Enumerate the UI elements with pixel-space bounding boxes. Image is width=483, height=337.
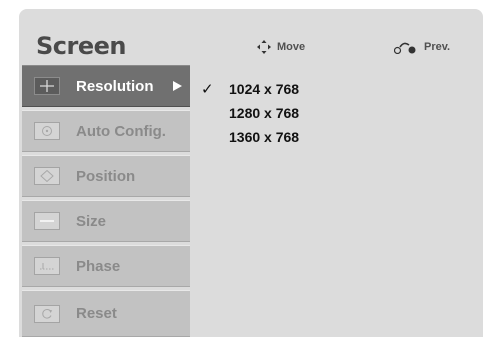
position-icon: [34, 167, 60, 185]
menu-item-label: Size: [76, 212, 107, 230]
screen-osd-panel: Screen Move Prev. Resolution Auto Config…: [19, 9, 483, 337]
check-mark-icon: ✓: [201, 80, 214, 98]
menu-item-label: Reset: [76, 305, 117, 322]
size-icon: [34, 212, 60, 230]
menu-item-size[interactable]: Size: [22, 200, 190, 242]
reset-icon: [34, 304, 60, 323]
resolution-option-label: 1280 x 768: [229, 105, 300, 121]
move-arrows-icon: [257, 40, 271, 54]
prev-hint-label: Prev.: [424, 41, 451, 53]
resolution-option-1024x768[interactable]: ✓ 1024 x 768: [201, 77, 299, 101]
resolution-option-label: 1024 x 768: [229, 81, 300, 97]
phase-icon: [34, 257, 60, 275]
auto-config-icon: [34, 122, 60, 140]
menu-item-label: Phase: [76, 257, 121, 275]
menu-item-label: Resolution: [76, 77, 154, 95]
menu-item-reset[interactable]: Reset: [22, 290, 190, 337]
resolution-option-1360x768[interactable]: 1360 x 768: [201, 125, 299, 149]
menu-item-auto-config[interactable]: Auto Config.: [22, 110, 190, 152]
menu-item-label: Position: [76, 167, 136, 185]
menu-item-resolution[interactable]: Resolution: [22, 65, 190, 107]
move-hint: Move: [257, 39, 305, 55]
menu-item-position[interactable]: Position: [22, 155, 190, 197]
menu-item-phase[interactable]: Phase: [22, 245, 190, 287]
menu-item-label: Auto Config.: [76, 122, 166, 140]
submenu-arrow-icon: [173, 81, 182, 91]
resolution-option-1280x768[interactable]: 1280 x 768: [201, 101, 299, 125]
resolution-icon: [34, 77, 60, 95]
resolution-option-label: 1360 x 768: [229, 129, 300, 145]
prev-hint: Prev.: [394, 39, 450, 55]
osd-header: Screen Move Prev.: [19, 9, 483, 65]
move-hint-label: Move: [277, 41, 306, 53]
resolution-options: ✓ 1024 x 768 1280 x 768 1360 x 768: [201, 77, 299, 149]
screen-menu: Resolution Auto Config. Position Size Ph…: [19, 65, 191, 337]
return-arrow-icon: [394, 42, 416, 54]
page-title: Screen: [36, 32, 127, 60]
